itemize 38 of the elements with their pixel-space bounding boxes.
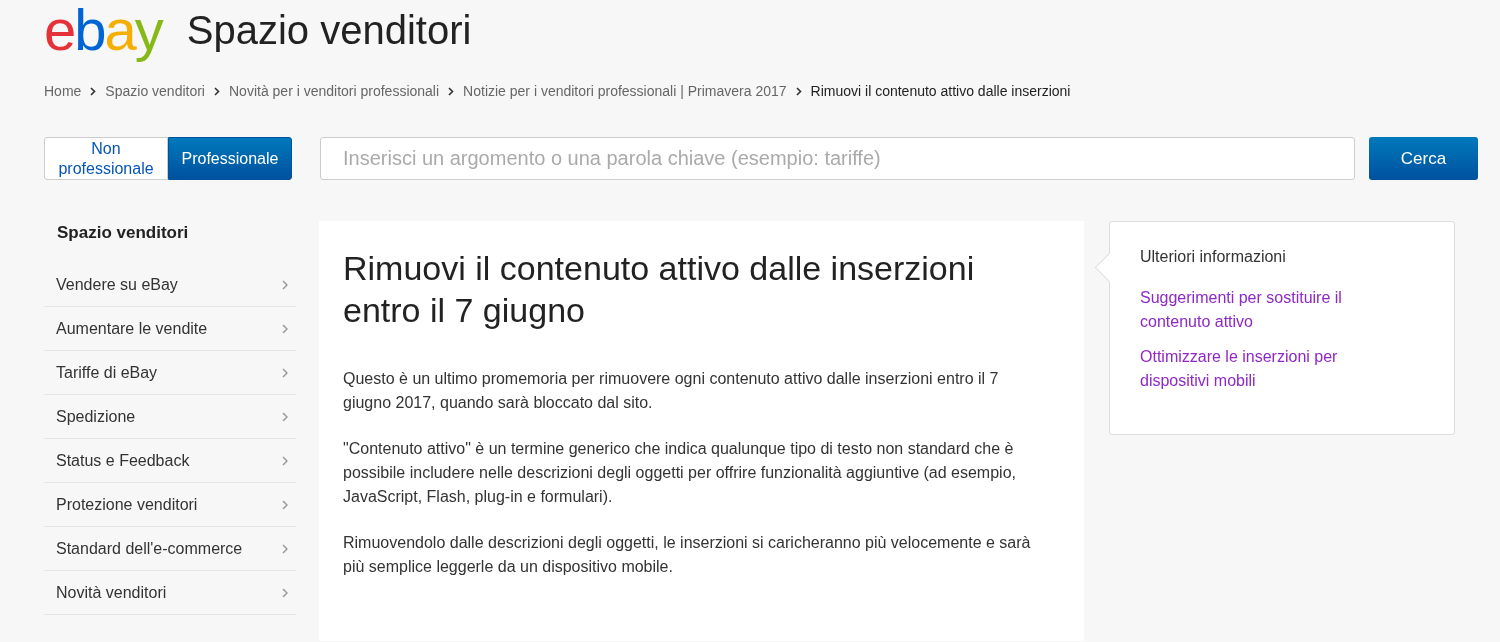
chevron-right-icon bbox=[282, 367, 288, 378]
chevron-right-icon bbox=[282, 411, 288, 422]
seller-type-tab[interactable]: Professionale bbox=[168, 137, 292, 180]
info-link[interactable]: Suggerimenti per sostituire il contenuto attivo bbox=[1140, 286, 1404, 334]
breadcrumb-link[interactable]: Notizie per i venditori professionali | Primavera 2017 bbox=[463, 83, 787, 99]
sidebar-item[interactable]: Tariffe di eBay bbox=[44, 351, 296, 395]
chevron-right-icon bbox=[90, 86, 97, 96]
chevron-right-icon bbox=[214, 86, 220, 96]
article-paragraph: "Contenuto attivo" è un termine generico che indica qualunque tipo di testo non standard che è possibile includere nelle descrizioni degli oggetti per offrire funzionalità aggiuntive (ad esempio, JavaScript, Flash, plug-in e formulari). bbox=[343, 439, 1017, 507]
info-title: Ulteriori informazioni bbox=[1140, 248, 1287, 266]
chevron-right-icon bbox=[282, 499, 288, 510]
info-link[interactable]: Ottimizzare le inserzioni per dispositivi mobili bbox=[1140, 345, 1404, 393]
sidebar-item[interactable]: Novità venditori bbox=[44, 571, 296, 615]
sidebar-item[interactable]: Vendere su eBay bbox=[44, 263, 296, 307]
seller-type-tab[interactable]: Non professionale bbox=[44, 137, 168, 180]
ebay-logo[interactable]: ebay bbox=[44, 0, 165, 63]
sidebar-title: Spazio venditori bbox=[56, 222, 190, 244]
chevron-right-icon bbox=[795, 86, 802, 96]
chevron-right-icon bbox=[282, 587, 288, 598]
search-button[interactable]: Cerca bbox=[1369, 137, 1478, 180]
article-paragraph: Questo è un ultimo promemoria per rimuovere ogni contenuto attivo dalle inserzioni entro il 7 giugno 2017, quando sarà bloccato dal sito. bbox=[343, 369, 1000, 413]
sidebar-item[interactable]: Aumentare le vendite bbox=[44, 307, 296, 351]
chevron-right-icon bbox=[282, 455, 288, 466]
sidebar-item[interactable]: Status e Feedback bbox=[44, 439, 296, 483]
article-paragraph: Rimuovendolo dalle descrizioni degli oggetti, le inserzioni si caricheranno più velocemente e sarà più semplice leggerle da un dispositivo mobile. bbox=[343, 533, 1032, 577]
sidebar-item[interactable]: Spedizione bbox=[44, 395, 296, 439]
breadcrumb-link[interactable]: Home bbox=[44, 83, 82, 99]
breadcrumb-link[interactable]: Spazio venditori bbox=[105, 83, 205, 99]
search-field[interactable]: Inserisci un argomento o una parola chiave (esempio: tariffe) bbox=[320, 137, 1355, 180]
chevron-right-icon bbox=[448, 86, 455, 96]
chevron-right-icon bbox=[282, 323, 288, 334]
site-title: Spazio venditori bbox=[186, 7, 472, 54]
chevron-right-icon bbox=[282, 543, 288, 554]
breadcrumb-link[interactable]: Novità per i venditori professionali bbox=[229, 83, 440, 99]
sidebar-item[interactable]: Standard dell'e-commerce bbox=[44, 527, 296, 571]
sidebar-item[interactable]: Protezione venditori bbox=[44, 483, 296, 527]
article-title: Rimuovi il contenuto attivo dalle inserzioni entro il 7 giugno bbox=[343, 248, 976, 331]
chevron-right-icon bbox=[282, 279, 288, 290]
